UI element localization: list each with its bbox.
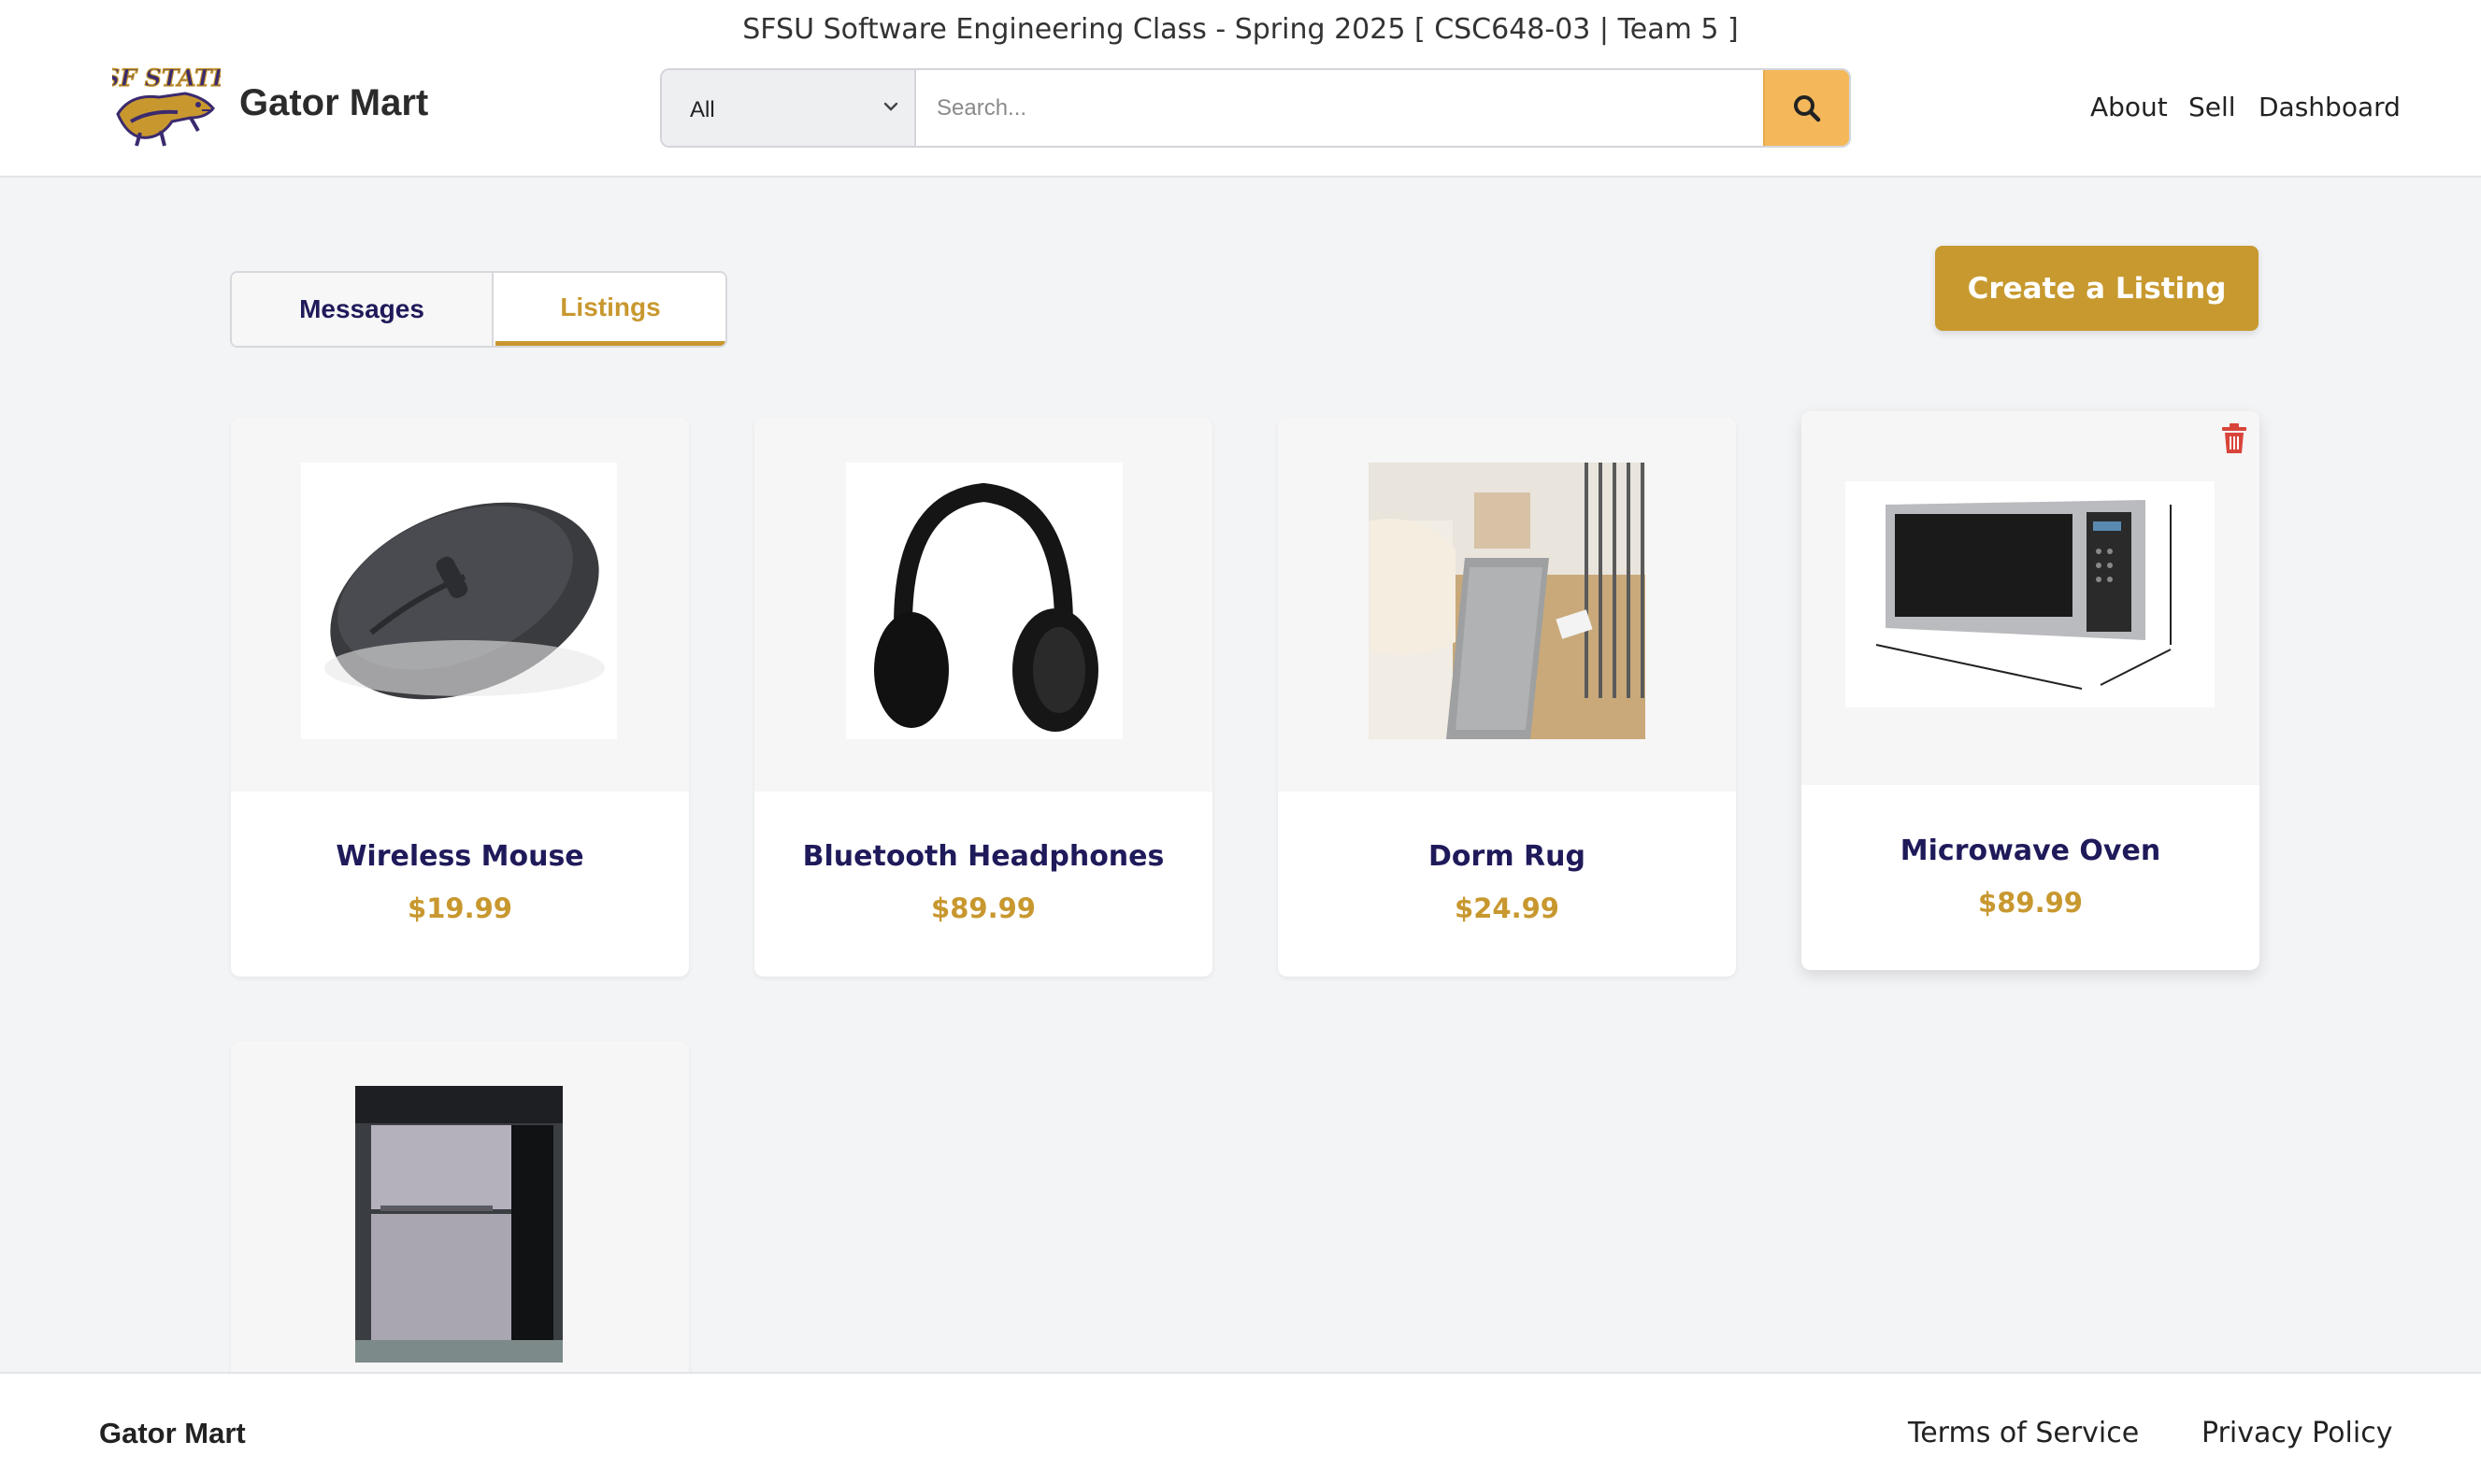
privacy-policy-link[interactable]: Privacy Policy [2201,1417,2392,1449]
listing-name[interactable]: Dorm Rug [1278,840,1736,873]
tab-messages[interactable]: Messages [232,273,494,346]
site-footer: Gator Mart Terms of Service Privacy Poli… [0,1372,2481,1484]
listing-card[interactable]: Wireless Mouse $19.99 [231,418,689,977]
svg-text:SF STATE: SF STATE [112,65,221,92]
listing-name[interactable]: Wireless Mouse [231,840,689,873]
listing-card[interactable] [231,1041,689,1372]
search-input[interactable] [918,70,1769,146]
trash-icon[interactable] [2220,422,2248,454]
microwave-oven-image [1845,481,2215,707]
terms-of-service-link[interactable]: Terms of Service [1908,1417,2139,1449]
site-header: SFSU Software Engineering Class - Spring… [0,0,2481,178]
nav-about[interactable]: About [2090,92,2168,122]
wireless-mouse-image [301,463,617,739]
gator-logo[interactable]: SF STATE [103,64,231,148]
listing-price: $89.99 [931,892,1036,924]
category-select-value: All [690,97,715,122]
nav-dashboard[interactable]: Dashboard [2259,92,2401,122]
listing-image-area [754,418,1212,792]
listing-image-area [231,1041,689,1372]
category-select[interactable]: All [662,70,916,146]
chevron-down-icon [883,102,898,111]
search-icon [1794,94,1821,121]
listing-image-area [231,418,689,792]
listing-price: $89.99 [1978,887,2083,919]
listing-price: $19.99 [408,892,512,924]
listing-image-area [1278,418,1736,792]
bluetooth-headphones-image [846,463,1123,739]
dorm-rug-image [1369,463,1645,739]
listing-name[interactable]: Bluetooth Headphones [754,840,1212,873]
mini-fridge-image [355,1086,563,1363]
listing-card[interactable]: Bluetooth Headphones $89.99 [754,418,1212,977]
listing-card[interactable]: Dorm Rug $24.99 [1278,418,1736,977]
dashboard-tabs: Messages Listings [230,271,727,348]
page: SFSU Software Engineering Class - Spring… [0,0,2481,1484]
footer-brand: Gator Mart [99,1417,246,1449]
listing-name[interactable]: Microwave Oven [1801,835,2259,867]
class-banner: SFSU Software Engineering Class - Spring… [742,13,1739,46]
search-bar: All [660,68,1851,148]
listing-image-area [1801,411,2259,785]
listing-price: $24.99 [1455,892,1559,924]
nav-sell[interactable]: Sell [2188,92,2236,122]
create-listing-button[interactable]: Create a Listing [1935,246,2259,331]
brand-name[interactable]: Gator Mart [239,82,428,124]
listing-card[interactable]: Microwave Oven $89.99 [1801,411,2259,970]
search-button[interactable] [1763,70,1849,146]
tab-listings[interactable]: Listings [495,273,725,346]
